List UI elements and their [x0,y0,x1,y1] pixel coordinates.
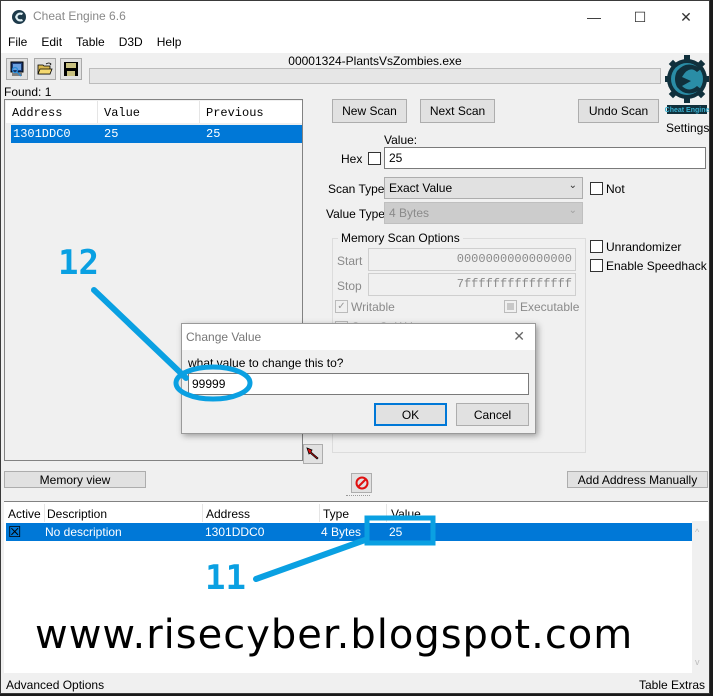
annotation-step-12: 12 [58,243,99,283]
annotation-box-11 [364,515,436,546]
annotation-line-12 [91,287,189,381]
watermark-text: www.risecyber.blogspot.com [35,612,634,658]
annotation-step-11: 11 [205,558,246,598]
annotation-overlay [91,287,436,582]
annotation-line-11 [253,537,368,582]
annotation-circle-12 [173,364,253,402]
